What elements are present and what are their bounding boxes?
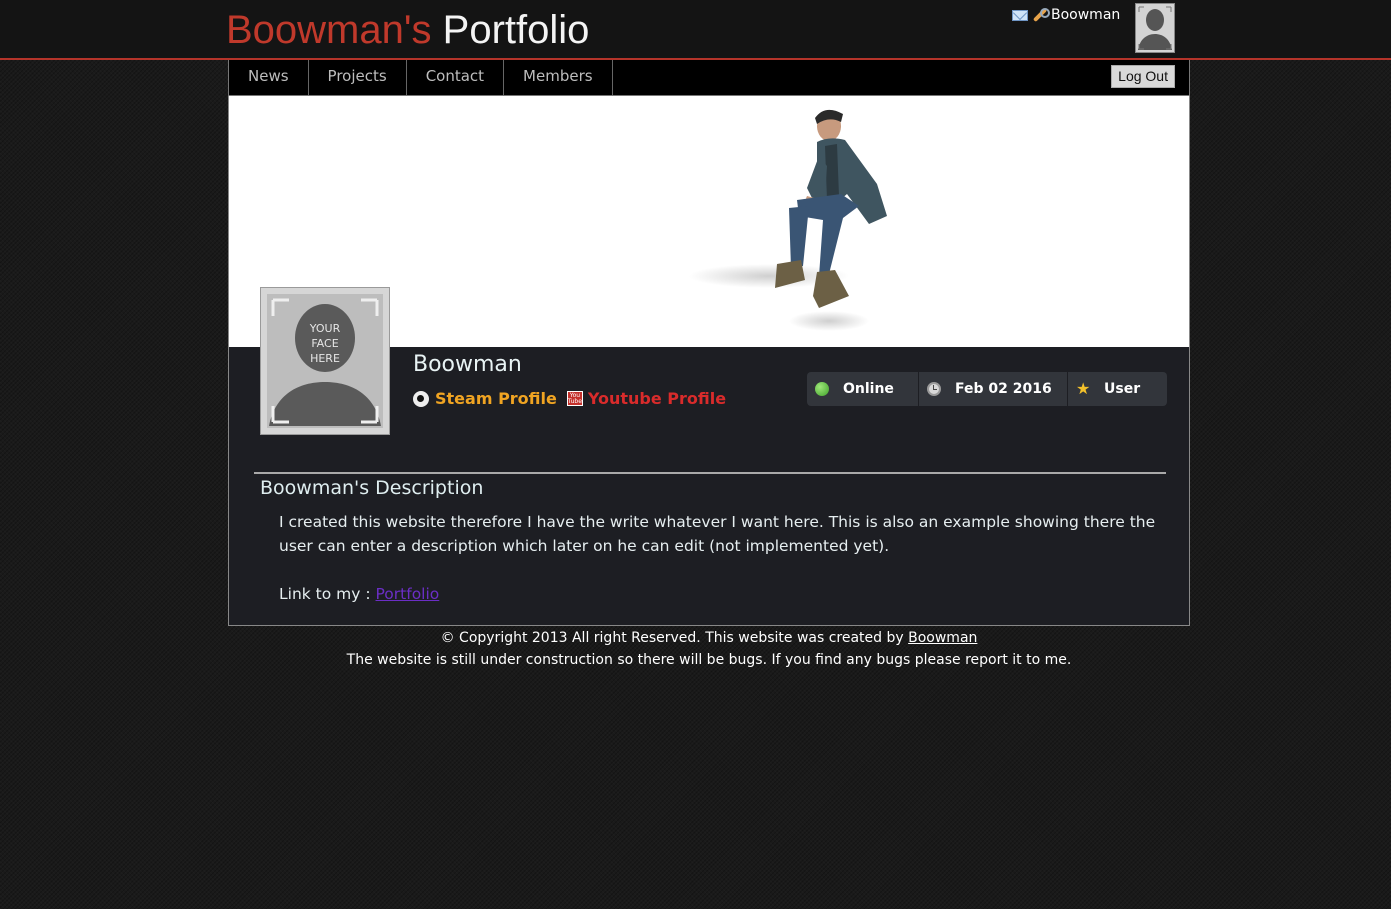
profile-links: Steam Profile You Tube Youtube Profile xyxy=(413,389,726,408)
main-nav: News Projects Contact Members Log Out xyxy=(228,60,1190,96)
status-label: Online xyxy=(843,381,894,397)
site-title-owner: Boowman's xyxy=(226,8,432,52)
nav-item-members[interactable]: Members xyxy=(504,60,613,95)
steam-profile-link[interactable]: Steam Profile xyxy=(435,389,557,408)
logout-button[interactable]: Log Out xyxy=(1111,65,1175,88)
portfolio-link-prefix: Link to my : xyxy=(279,585,371,603)
profile-avatar[interactable]: YOUR FACE HERE xyxy=(260,287,390,435)
steam-icon xyxy=(413,390,429,407)
avatar-placeholder-line-3: HERE xyxy=(310,352,340,365)
portfolio-link-line: Link to my : Portfolio xyxy=(279,582,439,606)
user-avatar-small[interactable] xyxy=(1135,3,1175,53)
author-link[interactable]: Boowman xyxy=(908,630,977,646)
avatar-placeholder-line-2: FACE xyxy=(311,337,338,350)
description-body: I created this website therefore I have … xyxy=(279,513,1156,555)
avatar-silhouette-icon xyxy=(1136,4,1174,52)
status-badge: Online xyxy=(807,372,919,406)
site-title-rest: Portfolio xyxy=(442,8,590,52)
nav-item-contact[interactable]: Contact xyxy=(407,60,505,95)
avatar-placeholder-line-1: YOUR xyxy=(309,322,341,335)
user-area: Boowman xyxy=(1012,5,1120,25)
wrench-icon[interactable] xyxy=(1031,7,1050,23)
top-header: Boowman's Portfolio Boowman xyxy=(0,0,1391,60)
role-label: User xyxy=(1104,381,1141,397)
join-date-badge: Feb 02 2016 xyxy=(919,372,1068,406)
section-divider xyxy=(254,472,1166,474)
role-badge: ★ User xyxy=(1068,372,1167,406)
profile-stats: Online Feb 02 2016 ★ User xyxy=(807,372,1167,406)
clock-icon xyxy=(927,382,941,396)
copyright-text: © Copyright 2013 All right Reserved. Thi… xyxy=(440,630,904,646)
page-footer: © Copyright 2013 All right Reserved. Thi… xyxy=(228,627,1190,671)
youtube-icon-text-2: Tube xyxy=(567,398,582,405)
current-user-name[interactable]: Boowman xyxy=(1051,7,1120,23)
site-title[interactable]: Boowman's Portfolio xyxy=(226,6,589,54)
profile-avatar-image: YOUR FACE HERE xyxy=(267,294,383,428)
portfolio-link[interactable]: Portfolio xyxy=(376,585,440,603)
youtube-icon: You Tube xyxy=(566,391,583,406)
profile-name: Boowman xyxy=(413,352,522,377)
nav-item-projects[interactable]: Projects xyxy=(309,60,407,95)
star-icon: ★ xyxy=(1076,379,1091,398)
online-dot-icon xyxy=(815,382,829,396)
avatar-silhouette-icon: YOUR FACE HERE xyxy=(267,294,383,428)
join-date-label: Feb 02 2016 xyxy=(955,381,1052,397)
youtube-profile-link[interactable]: Youtube Profile xyxy=(588,389,726,408)
envelope-icon[interactable] xyxy=(1012,9,1028,21)
nav-item-news[interactable]: News xyxy=(229,60,309,95)
copyright-line: © Copyright 2013 All right Reserved. Thi… xyxy=(228,627,1190,649)
description-heading: Boowman's Description xyxy=(260,477,484,499)
construction-notice: The website is still under construction … xyxy=(346,652,1072,668)
profile-panel: YOUR FACE HERE Boowman Steam Profile You… xyxy=(228,96,1190,626)
